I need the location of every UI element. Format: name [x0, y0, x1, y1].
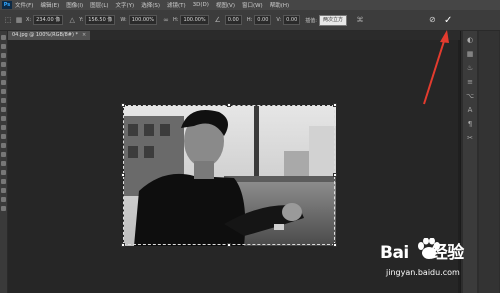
layers-panel-icon[interactable]: ≡	[466, 78, 475, 87]
hskew-input[interactable]: 0.00	[254, 15, 272, 25]
w-input[interactable]: 100.00%	[128, 15, 157, 25]
hskew-label: H:	[246, 17, 253, 23]
transform-handle-bottom-right[interactable]	[333, 243, 337, 247]
hand-tool-icon[interactable]	[1, 197, 6, 202]
character-panel-icon[interactable]: A	[466, 106, 475, 115]
menu-file[interactable]: 文件(F)	[15, 1, 33, 9]
y-field: Y: 156.50 像	[79, 15, 116, 25]
gradient-tool-icon[interactable]	[1, 134, 6, 139]
tool-presets-icon[interactable]: ✂	[466, 134, 475, 143]
vskew-label: V:	[276, 17, 282, 23]
y-input[interactable]: 156.50 像	[85, 15, 116, 25]
cancel-icon[interactable]: ⊘	[429, 15, 436, 24]
transform-handle-middle-left[interactable]	[121, 173, 125, 177]
dodge-tool-icon[interactable]	[1, 152, 6, 157]
menu-view[interactable]: 视图(V)	[216, 1, 235, 9]
menu-edit[interactable]: 编辑(E)	[40, 1, 59, 9]
eraser-tool-icon[interactable]	[1, 125, 6, 130]
menu-filter[interactable]: 滤镜(T)	[167, 1, 186, 9]
delta-icon[interactable]: △	[68, 16, 76, 24]
document-tab-label: 04.jpg @ 100%(RGB/8#) *	[12, 32, 78, 38]
path-select-tool-icon[interactable]	[1, 179, 6, 184]
brush-tool-icon[interactable]	[1, 98, 6, 103]
check-icon[interactable]: ✓	[444, 15, 452, 26]
h-label: H:	[172, 17, 179, 23]
menu-image[interactable]: 图像(I)	[66, 1, 83, 9]
transform-tool-icon[interactable]: ⬚	[4, 16, 12, 24]
crop-tool-icon[interactable]	[1, 71, 6, 76]
document-tab-bar: 04.jpg @ 100%(RGB/8#) * ×	[8, 31, 460, 40]
w-field: W: 100.00%	[120, 15, 157, 25]
move-tool-icon[interactable]	[1, 35, 6, 40]
x-label: X:	[26, 17, 32, 23]
pen-tool-icon[interactable]	[1, 161, 6, 166]
baidu-watermark: Bai 经验 jingyan.baidu.com	[380, 238, 490, 288]
interpolation-select[interactable]: 两次立方	[318, 14, 347, 26]
transform-handle-top-center[interactable]	[227, 103, 231, 107]
interpolation-field: 插值: 两次立方	[305, 14, 347, 26]
transform-handle-top-right[interactable]	[333, 103, 337, 107]
photoshop-logo: Ps	[2, 1, 12, 9]
quick-select-tool-icon[interactable]	[1, 62, 6, 67]
tools-panel	[0, 31, 8, 293]
zoom-tool-icon[interactable]	[1, 206, 6, 211]
menu-3d[interactable]: 3D(D)	[193, 2, 209, 8]
menu-layer[interactable]: 图层(L)	[90, 1, 108, 9]
color-panel-icon[interactable]: ◐	[466, 36, 475, 45]
blur-tool-icon[interactable]	[1, 143, 6, 148]
shape-tool-icon[interactable]	[1, 188, 6, 193]
reference-point-icon[interactable]: ▦	[15, 16, 23, 24]
document-tab[interactable]: 04.jpg @ 100%(RGB/8#) * ×	[8, 31, 91, 40]
x-input[interactable]: 234.00 像	[33, 15, 64, 25]
eyedropper-tool-icon[interactable]	[1, 80, 6, 85]
watermark-url: jingyan.baidu.com	[386, 268, 460, 277]
angle-input[interactable]: 0.00	[224, 15, 242, 25]
options-bar: ⬚ ▦ X: 234.00 像 △ Y: 156.50 像 W: 100.00%…	[0, 10, 500, 31]
stamp-tool-icon[interactable]	[1, 107, 6, 112]
menu-type[interactable]: 文字(Y)	[116, 1, 135, 9]
layer-photo[interactable]	[124, 106, 336, 246]
vskew-field: V: 0.00	[276, 15, 301, 25]
transform-handle-bottom-center[interactable]	[227, 243, 231, 247]
transform-handle-top-left[interactable]	[121, 103, 125, 107]
link-icon[interactable]: ∞	[162, 16, 170, 24]
menu-help[interactable]: 帮助(H)	[270, 1, 289, 9]
x-field: X: 234.00 像	[26, 15, 64, 25]
photo-image	[124, 106, 336, 246]
history-brush-tool-icon[interactable]	[1, 116, 6, 121]
menu-select[interactable]: 选择(S)	[141, 1, 160, 9]
baidu-paw-icon	[418, 238, 440, 259]
angle-field: 0.00	[224, 15, 242, 25]
h-field: H: 100.00%	[173, 15, 209, 25]
watermark-brand-left: Bai	[380, 243, 409, 263]
warp-icon[interactable]: ⌘	[356, 16, 364, 24]
hskew-field: H: 0.00	[247, 15, 272, 25]
swatches-panel-icon[interactable]: ▦	[466, 50, 475, 59]
paragraph-panel-icon[interactable]: ¶	[466, 120, 475, 129]
h-input[interactable]: 100.00%	[180, 15, 209, 25]
history-panel-icon[interactable]: ⌥	[466, 92, 475, 101]
angle-icon: ∠	[214, 16, 221, 24]
transform-handle-bottom-left[interactable]	[121, 243, 125, 247]
transform-handle-middle-right[interactable]	[333, 173, 337, 177]
vskew-input[interactable]: 0.00	[283, 15, 301, 25]
menu-window[interactable]: 窗口(W)	[242, 1, 263, 9]
y-label: Y:	[79, 17, 84, 23]
interpolation-label: 插值:	[305, 17, 317, 24]
marquee-tool-icon[interactable]	[1, 44, 6, 49]
adjustments-panel-icon[interactable]: ♨	[466, 64, 475, 73]
menu-bar: Ps 文件(F) 编辑(E) 图像(I) 图层(L) 文字(Y) 选择(S) 滤…	[0, 0, 500, 10]
healing-tool-icon[interactable]	[1, 89, 6, 94]
type-tool-icon[interactable]	[1, 170, 6, 175]
lasso-tool-icon[interactable]	[1, 53, 6, 58]
w-label: W:	[120, 17, 127, 23]
close-icon[interactable]: ×	[82, 32, 86, 38]
